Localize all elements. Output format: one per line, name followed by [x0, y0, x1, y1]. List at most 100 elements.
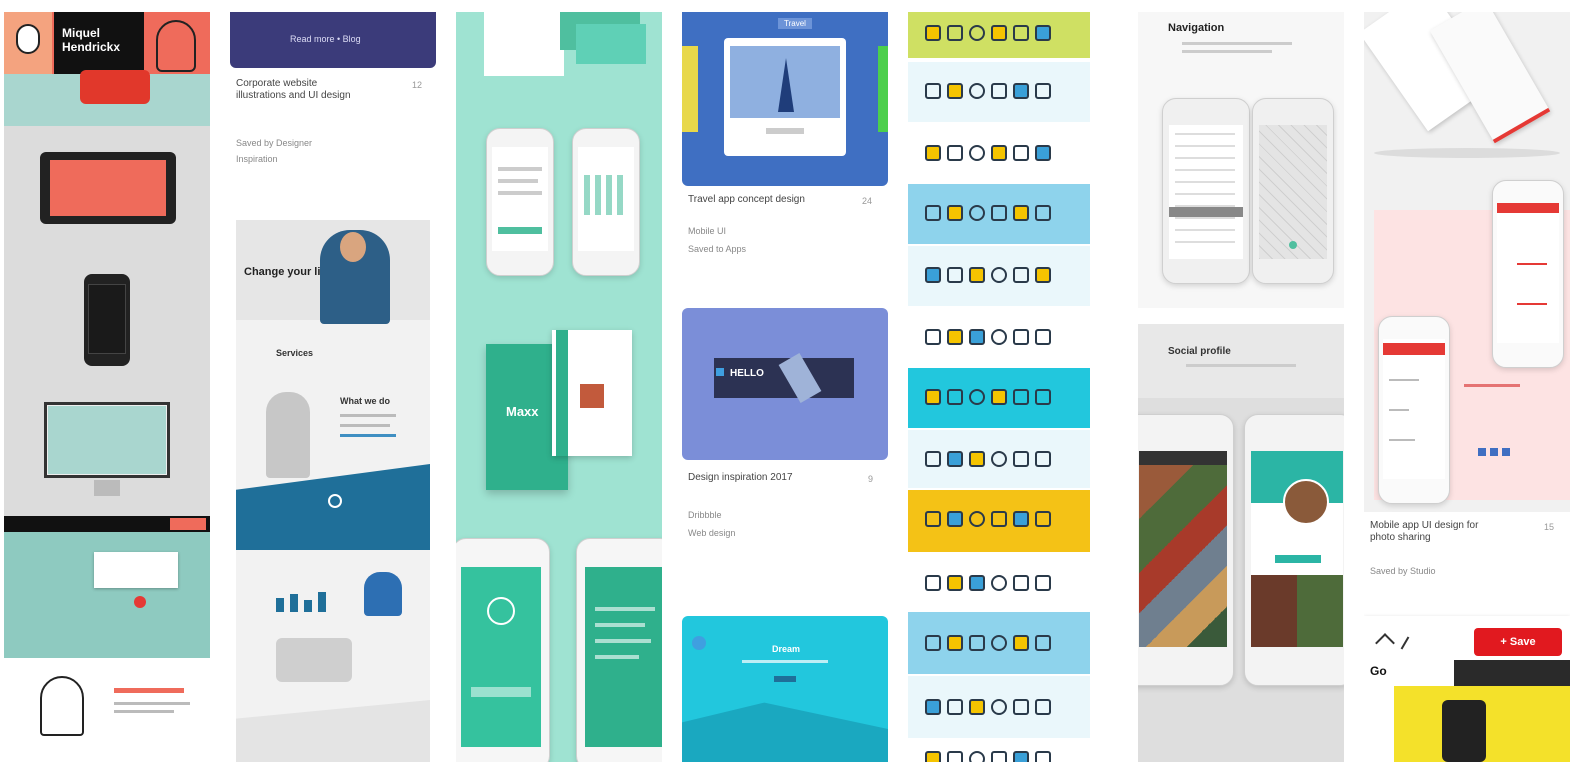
- feature-line: [340, 424, 390, 427]
- monitor-2-icon: [1013, 699, 1029, 715]
- feature-heading: What we do: [340, 396, 390, 406]
- pin-card-navigation[interactable]: Navigation: [1138, 12, 1344, 308]
- pin-column-5[interactable]: [908, 12, 1090, 762]
- pin-card-social[interactable]: Social profile: [1138, 324, 1344, 762]
- pin-column-1: Miquel Hendrickx: [4, 12, 210, 762]
- phone-mockup-right: [572, 128, 640, 276]
- people-collage: [276, 638, 352, 682]
- pin-card-promo[interactable]: + Save Go: [1364, 616, 1570, 762]
- phone-mockup-map: [1252, 98, 1334, 284]
- profile-button: [1275, 555, 1321, 563]
- cloud-icon: [1013, 83, 1029, 99]
- profile-photos: [1251, 575, 1343, 647]
- save-button[interactable]: + Save: [1474, 628, 1562, 656]
- menu-highlight: [1169, 207, 1243, 217]
- tablet-icon: [925, 267, 941, 283]
- pin-title[interactable]: Mobile app UI design for photo sharing: [1370, 520, 1500, 544]
- social-header: [1138, 324, 1344, 398]
- mobile-icon: [925, 575, 941, 591]
- map-popup: [94, 552, 178, 588]
- pin-card-corporate-site[interactable]: Change your life Services What we do: [236, 220, 430, 762]
- form-line: [1389, 409, 1409, 411]
- section-heading: Services: [276, 348, 314, 358]
- pin-meta: Web design: [688, 528, 736, 538]
- banner-subline: [742, 660, 828, 663]
- card-button: [766, 128, 804, 134]
- form-field: [498, 179, 538, 183]
- phone-mockup-profile: [1244, 414, 1344, 686]
- tablet-screen: [50, 160, 166, 216]
- banner-title: Dream: [772, 644, 801, 654]
- phone-mockup-gallery: [1138, 414, 1234, 686]
- pin-card-hello[interactable]: HELLO: [682, 308, 888, 460]
- promo-word: Go: [1370, 664, 1387, 678]
- pin-card-travel[interactable]: Travel: [682, 12, 888, 186]
- pin-title[interactable]: Corporate website illustrations and UI d…: [236, 78, 366, 102]
- pin-card-mobile-ui[interactable]: [1364, 12, 1570, 512]
- form-field: [498, 191, 542, 195]
- list-row: [595, 639, 651, 643]
- nav-desc-line: [1182, 42, 1292, 45]
- heart-icon: [991, 575, 1007, 591]
- pin-column-3[interactable]: Maxx: [456, 12, 662, 762]
- list-row: [595, 655, 639, 659]
- list-row: [595, 623, 645, 627]
- notebook-icon: [947, 699, 963, 715]
- form-field: [498, 167, 542, 171]
- side-card-left: [682, 46, 698, 132]
- avatar-sketch-icon: [40, 676, 84, 736]
- idea-icon: [925, 389, 941, 405]
- icon-stripe: [908, 308, 1090, 368]
- presenter-illustration: [266, 392, 310, 478]
- mail-icon: [1013, 145, 1029, 161]
- laptop-icon: [925, 83, 941, 99]
- ribbon-icon: [969, 699, 985, 715]
- pin-column-6: Navigation Social profile: [1138, 12, 1344, 762]
- network-icon: [991, 451, 1007, 467]
- icon-stripe: [908, 184, 1090, 244]
- pin-title[interactable]: Design inspiration 2017: [688, 472, 818, 484]
- side-card-right: [878, 46, 888, 132]
- money-icon: [969, 511, 985, 527]
- photo-grid: [1139, 465, 1227, 647]
- key-icon: [1013, 205, 1029, 221]
- globe-icon: [969, 83, 985, 99]
- home-icon: [1035, 751, 1051, 762]
- profile-avatar: [1283, 479, 1329, 525]
- red-header: [1383, 343, 1445, 355]
- pin-meta: Inspiration: [236, 154, 278, 164]
- pin-meta: Dribbble: [688, 510, 722, 520]
- clipboard-icon: [1013, 575, 1029, 591]
- bulb-icon: [925, 25, 941, 41]
- pin-card-blog[interactable]: Read more • Blog: [230, 12, 436, 68]
- user-icon: [991, 329, 1007, 345]
- medal-icon: [991, 389, 1007, 405]
- hero-label: HELLO: [730, 368, 764, 379]
- portrait-icon: [156, 20, 196, 72]
- window-icon: [947, 751, 963, 762]
- eiffel-tower-icon: [778, 58, 794, 112]
- pin-card-banner[interactable]: Dream: [682, 616, 888, 762]
- shield-icon: [1035, 389, 1051, 405]
- pin-column-2: Read more • Blog Corporate website illus…: [230, 12, 436, 762]
- pin-title[interactable]: Travel app concept design: [688, 194, 818, 206]
- red-line: [1517, 263, 1547, 265]
- edit-icon: [1400, 636, 1410, 650]
- pin-card-portfolio[interactable]: Miquel Hendrickx: [4, 12, 210, 762]
- refresh-icon: [991, 635, 1007, 651]
- footer-area: [4, 658, 210, 762]
- book-spine: [556, 330, 568, 456]
- footer-text-line: [114, 702, 190, 705]
- social-desc-line: [1186, 364, 1296, 367]
- banner-button: [774, 676, 796, 682]
- lightbulb-icon: [947, 83, 963, 99]
- icon-stripe: [908, 676, 1090, 738]
- icon-stripe: [908, 246, 1090, 306]
- social-subtitle: Social profile: [1168, 346, 1231, 357]
- phone-mockup-bottom-right: [576, 538, 662, 762]
- form-line: [1389, 379, 1419, 381]
- map-pin-icon: [134, 596, 146, 608]
- form-line: [1389, 439, 1415, 441]
- chat-icon: [1013, 329, 1029, 345]
- nav-desc-line: [1182, 50, 1272, 53]
